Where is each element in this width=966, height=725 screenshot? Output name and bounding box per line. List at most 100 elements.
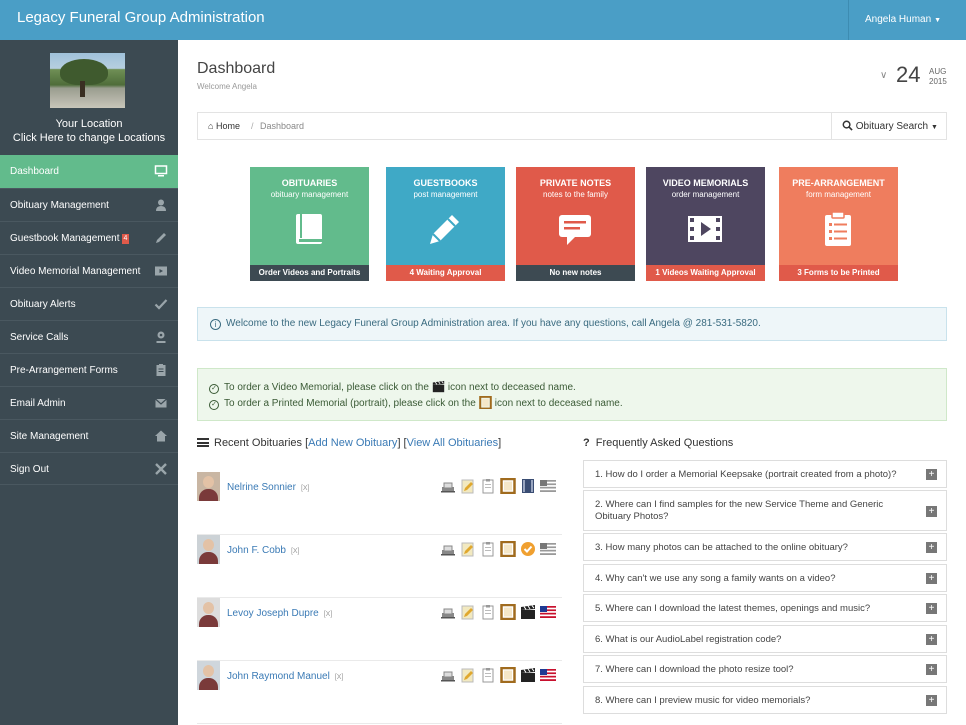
picture-frame-icon[interactable]	[500, 604, 516, 620]
home-icon: ⌂	[208, 121, 214, 131]
edit-pencil-icon[interactable]	[460, 478, 476, 494]
obituary-photo[interactable]	[197, 598, 220, 627]
clapperboard-icon[interactable]	[520, 604, 536, 620]
obituary-name-link[interactable]: Levoy Joseph Dupre	[227, 608, 319, 619]
faq-item[interactable]: 3. How many photos can be attached to th…	[583, 533, 947, 561]
obituary-name-link[interactable]: John Raymond Manuel	[227, 671, 330, 682]
tile-guestbooks[interactable]: GUESTBOOKS post management 4 Waiting App…	[386, 167, 505, 281]
obituary-photo[interactable]	[197, 472, 220, 501]
edit-pencil-icon[interactable]	[460, 604, 476, 620]
breadcrumb-home[interactable]: ⌂ Home	[208, 121, 240, 131]
map-pin-icon	[154, 330, 168, 344]
sidebar-item-obituary-management[interactable]: Obituary Management	[0, 188, 178, 221]
tile-footer-link[interactable]: No new notes	[516, 265, 635, 281]
faq-question: 6. What is our AudioLabel registration c…	[595, 634, 782, 645]
app-title[interactable]: Legacy Funeral Group Administration	[17, 9, 265, 27]
us-flag-icon[interactable]	[540, 478, 556, 494]
faq-item[interactable]: 5. Where can I download the latest theme…	[583, 594, 947, 622]
top-bar: Legacy Funeral Group Administration Ange…	[0, 0, 966, 40]
speech-bubble-icon	[559, 215, 591, 245]
sidebar-item-guestbook-management[interactable]: Guestbook Management 4	[0, 221, 178, 254]
envelope-icon	[154, 396, 168, 410]
picture-frame-icon[interactable]	[500, 478, 516, 494]
us-flag-icon[interactable]	[540, 541, 556, 557]
portrait-order-note: ✓ To order a Printed Memorial (portrait),…	[209, 396, 623, 410]
tile-private-notes[interactable]: PRIVATE NOTES notes to the family No new…	[516, 167, 635, 281]
faq-question: 4. Why can't we use any song a family wa…	[595, 573, 836, 584]
expand-plus-icon[interactable]: +	[926, 603, 937, 614]
us-flag-icon[interactable]	[540, 604, 556, 620]
sidebar-item-dashboard[interactable]: Dashboard	[0, 155, 178, 188]
tile-footer-link[interactable]: 4 Waiting Approval	[386, 265, 505, 281]
clapperboard-icon[interactable]	[520, 667, 536, 683]
video-icon[interactable]	[520, 478, 536, 494]
recent-obituaries-title: Recent Obituaries	[214, 437, 303, 449]
us-flag-icon[interactable]	[540, 667, 556, 683]
welcome-text: Welcome Angela	[197, 82, 257, 91]
obituary-name-link[interactable]: Nelrine Sonnier	[227, 482, 296, 493]
picture-frame-icon[interactable]	[500, 667, 516, 683]
remove-obituary-button[interactable]: [X]	[301, 485, 310, 492]
add-new-obituary-link[interactable]: Add New Obituary	[308, 437, 397, 449]
remove-obituary-button[interactable]: [X]	[335, 674, 344, 681]
printer-icon[interactable]	[440, 667, 456, 683]
faq-item[interactable]: 7. Where can I download the photo resize…	[583, 655, 947, 683]
sidebar-item-obituary-alerts[interactable]: Obituary Alerts	[0, 287, 178, 320]
expand-plus-icon[interactable]: +	[926, 542, 937, 553]
faq-item[interactable]: 4. Why can't we use any song a family wa…	[583, 564, 947, 592]
printer-icon[interactable]	[440, 541, 456, 557]
user-menu[interactable]: Angela Human ▼	[848, 0, 966, 40]
obituary-name-link[interactable]: John F. Cobb	[227, 545, 286, 556]
expand-plus-icon[interactable]: +	[926, 469, 937, 480]
pencil-icon	[154, 231, 168, 245]
note-text: icon next to deceased name.	[447, 382, 576, 393]
faq-item[interactable]: 2. Where can I find samples for the new …	[583, 490, 947, 531]
faq-item[interactable]: 8. Where can I preview music for video m…	[583, 686, 947, 714]
location-picker[interactable]: Your Location Click Here to change Locat…	[0, 40, 178, 155]
search-icon	[842, 120, 853, 132]
edit-pencil-icon[interactable]	[460, 667, 476, 683]
tile-video-memorials[interactable]: VIDEO MEMORIALS order management 1 Video…	[646, 167, 765, 281]
expand-plus-icon[interactable]: +	[926, 695, 937, 706]
sidebar-item-service-calls[interactable]: Service Calls	[0, 320, 178, 353]
expand-plus-icon[interactable]: +	[926, 664, 937, 675]
obituary-search-dropdown[interactable]: Obituary Search ▼	[831, 113, 947, 139]
tile-obituaries[interactable]: OBITUARIES obituary management Order Vid…	[250, 167, 369, 281]
tile-pre-arrangement[interactable]: PRE-ARRANGEMENT form management 3 Forms …	[779, 167, 898, 281]
sidebar-item-site-management[interactable]: Site Management	[0, 419, 178, 452]
sidebar-item-pre-arrangement-forms[interactable]: Pre-Arrangement Forms	[0, 353, 178, 386]
video-approved-icon[interactable]	[520, 541, 536, 557]
tile-footer-link[interactable]: 3 Forms to be Printed	[779, 265, 898, 281]
faq-item[interactable]: 1. How do I order a Memorial Keepsake (p…	[583, 460, 947, 488]
sidebar-item-sign-out[interactable]: Sign Out	[0, 452, 178, 485]
change-location-link[interactable]: Click Here to change Locations	[0, 132, 178, 145]
clipboard-icon[interactable]	[480, 478, 496, 494]
expand-plus-icon[interactable]: +	[926, 634, 937, 645]
sidebar-item-video-memorial-management[interactable]: Video Memorial Management	[0, 254, 178, 287]
obituary-photo[interactable]	[197, 661, 220, 690]
expand-plus-icon[interactable]: +	[926, 573, 937, 584]
obituary-photo[interactable]	[197, 535, 220, 564]
edit-pencil-icon[interactable]	[460, 541, 476, 557]
breadcrumb: ⌂ Home / Dashboard Obituary Search ▼	[197, 112, 947, 140]
sidebar-item-label: Obituary Management	[10, 200, 109, 211]
view-all-obituaries-link[interactable]: View All Obituaries	[407, 437, 499, 449]
sidebar-item-label: Pre-Arrangement Forms	[10, 365, 118, 376]
tile-subtitle: form management	[806, 190, 871, 199]
sidebar-item-label: Email Admin	[10, 398, 66, 409]
remove-obituary-button[interactable]: [X]	[291, 548, 300, 555]
printer-icon[interactable]	[440, 478, 456, 494]
sidebar-item-email-admin[interactable]: Email Admin	[0, 386, 178, 419]
faq-question: 1. How do I order a Memorial Keepsake (p…	[595, 469, 897, 480]
clipboard-icon[interactable]	[480, 667, 496, 683]
clipboard-icon[interactable]	[480, 604, 496, 620]
remove-obituary-button[interactable]: [X]	[324, 611, 333, 618]
tile-footer-link[interactable]: Order Videos and Portraits	[250, 265, 369, 281]
printer-icon[interactable]	[440, 604, 456, 620]
picture-frame-icon[interactable]	[500, 541, 516, 557]
expand-plus-icon[interactable]: +	[926, 505, 937, 517]
tile-footer-link[interactable]: 1 Videos Waiting Approval	[646, 265, 765, 281]
faq-item[interactable]: 6. What is our AudioLabel registration c…	[583, 625, 947, 653]
clipboard-icon[interactable]	[480, 541, 496, 557]
location-photo[interactable]	[50, 53, 125, 108]
